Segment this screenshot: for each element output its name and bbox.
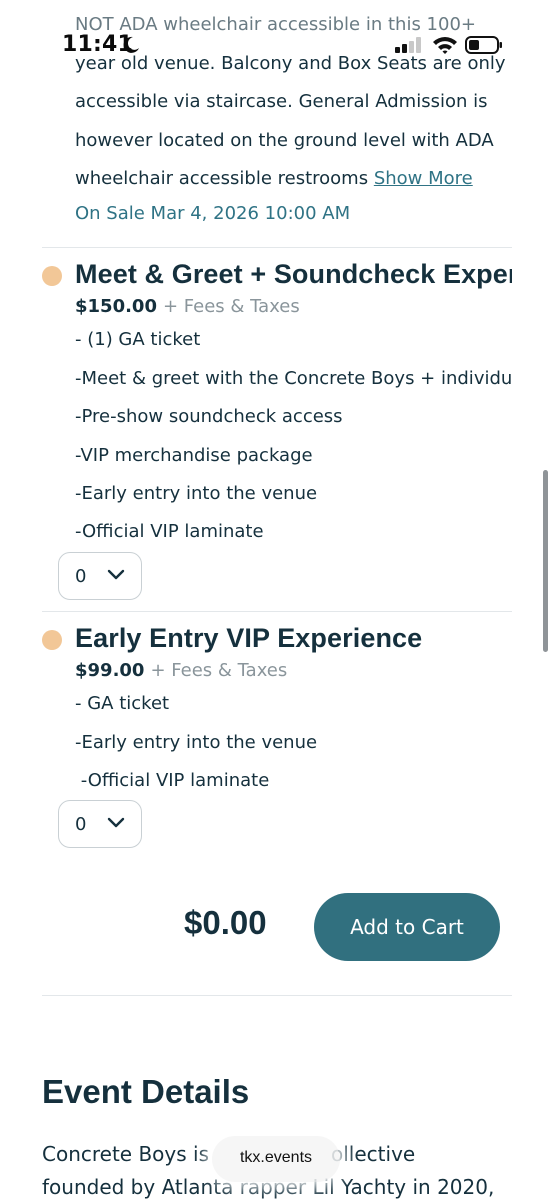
tier-price-line: $99.00 + Fees & Taxes xyxy=(75,660,287,681)
event-details-text: ollective xyxy=(331,1142,416,1166)
quantity-value: 0 xyxy=(75,814,87,835)
wifi-icon xyxy=(433,37,457,54)
tier-perk: - (1) GA ticket xyxy=(75,329,201,350)
tier-price-line: $150.00 + Fees & Taxes xyxy=(75,296,300,317)
divider xyxy=(42,995,512,996)
battery-icon xyxy=(465,36,502,54)
status-bar: 11:41 xyxy=(0,0,552,92)
tier-perk: -Official VIP laminate xyxy=(75,770,270,791)
tier-perk: -Meet & greet with the Concrete Boys + i… xyxy=(75,368,512,389)
tier-perk: -VIP merchandise package xyxy=(75,445,313,466)
quantity-select[interactable]: 0 xyxy=(58,552,142,600)
divider xyxy=(42,611,512,612)
tier-fees: + Fees & Taxes xyxy=(150,660,288,681)
event-details-text: Concrete Boys is xyxy=(42,1142,210,1166)
browser-url-bar[interactable]: tkx.events xyxy=(212,1136,340,1182)
quantity-value: 0 xyxy=(75,566,87,587)
add-to-cart-button[interactable]: Add to Cart xyxy=(314,893,500,961)
tier-fees: + Fees & Taxes xyxy=(162,296,300,317)
moon-icon xyxy=(123,36,139,53)
scrollbar-thumb[interactable] xyxy=(543,470,548,652)
tier-status-dot xyxy=(42,266,62,286)
tier-title: Meet & Greet + Soundcheck Experience xyxy=(75,259,512,289)
tier-price: $99.00 xyxy=(75,660,145,681)
tier-status-dot xyxy=(42,630,62,650)
divider xyxy=(42,247,512,248)
tier-price: $150.00 xyxy=(75,296,157,317)
tier-perk: - GA ticket xyxy=(75,693,170,714)
tier-title: Early Entry VIP Experience xyxy=(75,623,423,653)
event-details-title: Event Details xyxy=(42,1073,250,1110)
tier-perk: -Early entry into the venue xyxy=(75,483,318,504)
cart-total: $0.00 xyxy=(184,904,267,941)
tier-perk: -Pre-show soundcheck access xyxy=(75,406,343,427)
tier-perk: -Early entry into the venue xyxy=(75,732,318,753)
quantity-select[interactable]: 0 xyxy=(58,800,142,848)
chevron-down-icon xyxy=(107,817,125,828)
on-sale-date: On Sale Mar 4, 2026 10:00 AM xyxy=(75,203,351,224)
cellular-signal-icon xyxy=(395,37,421,53)
accessibility-line: however located on the ground level with… xyxy=(75,129,494,151)
browser-url: tkx.events xyxy=(239,1149,313,1166)
accessibility-line: accessible via staircase. General Admiss… xyxy=(75,91,488,112)
accessibility-line: wheelchair accessible restrooms xyxy=(75,168,369,189)
chevron-down-icon xyxy=(107,569,125,580)
show-more-link[interactable]: Show More xyxy=(374,168,473,189)
tier-perk: -Official VIP laminate xyxy=(75,521,264,542)
